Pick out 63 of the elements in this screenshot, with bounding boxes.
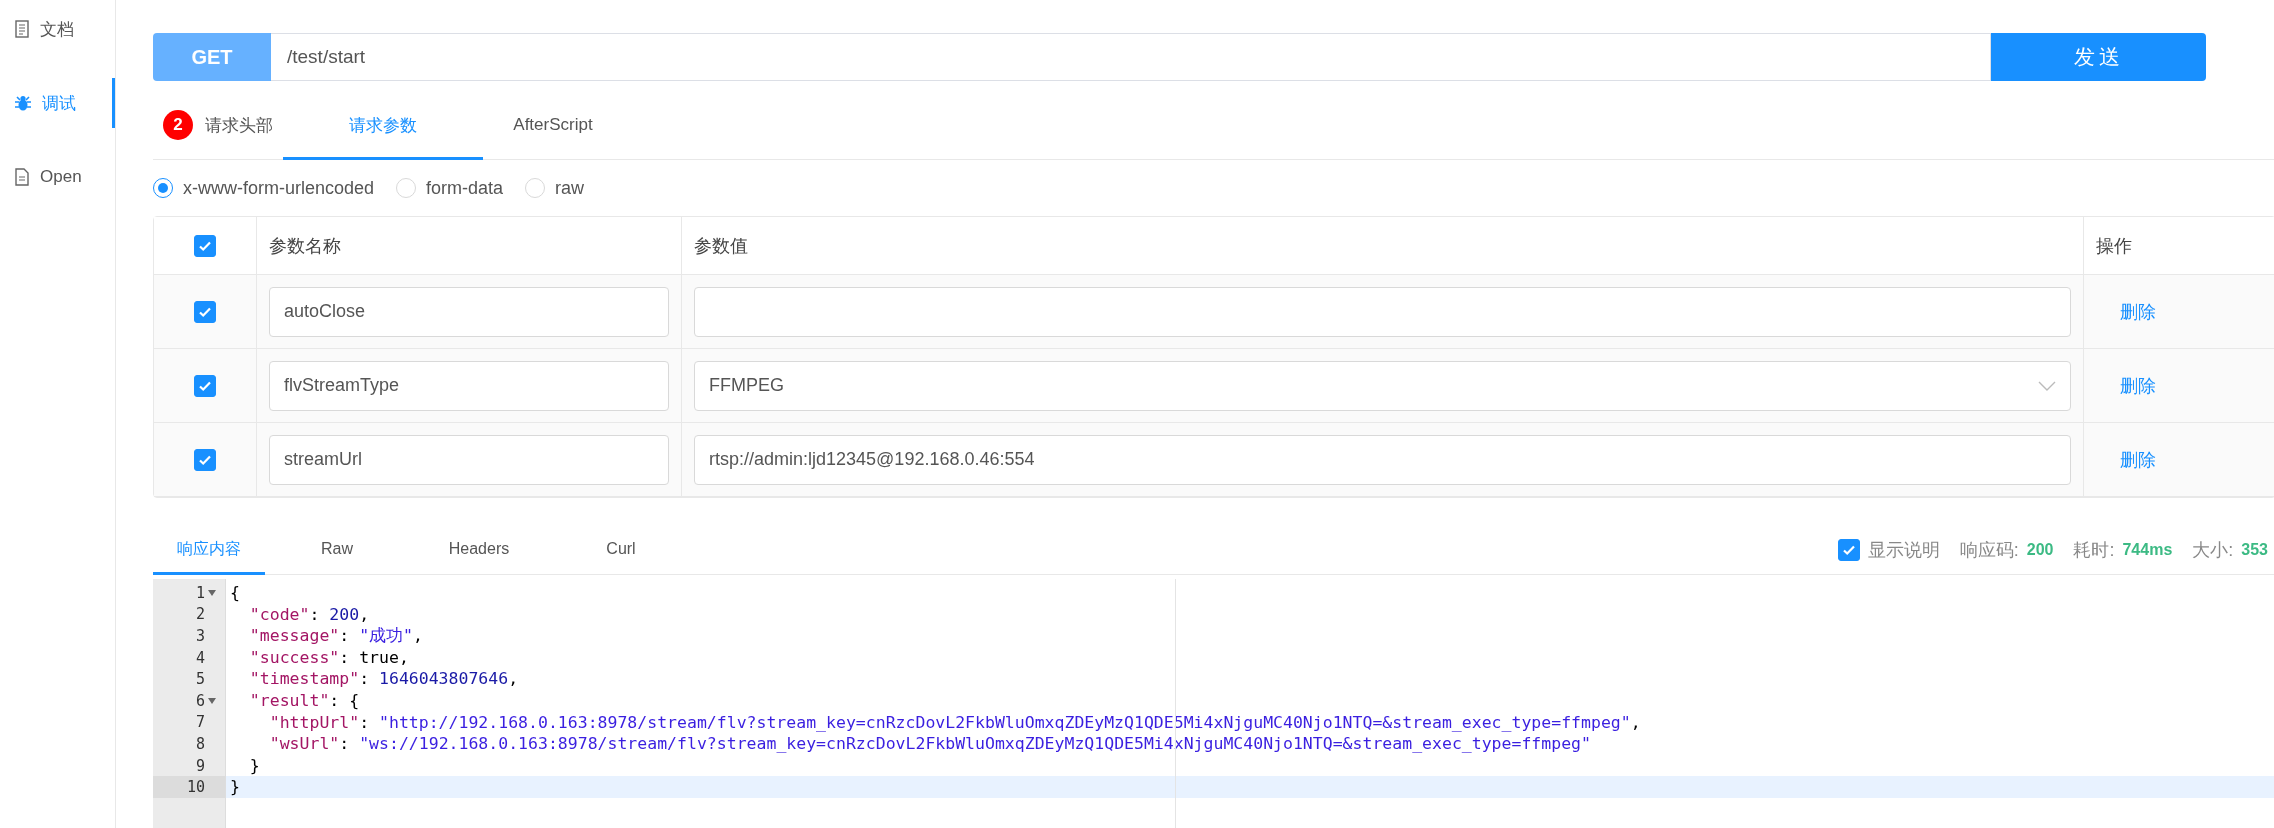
code-line: }	[248, 754, 261, 777]
param-value-field[interactable]	[694, 286, 2071, 337]
fold-icon[interactable]	[208, 697, 216, 704]
stat-value: 200	[2026, 541, 2054, 559]
checkbox[interactable]	[194, 448, 216, 471]
line-number: 3	[195, 627, 205, 645]
stat-label: 响应码:	[1959, 539, 2019, 562]
tab-label: 请求头部	[205, 114, 273, 137]
sidebar-item[interactable]: Open	[0, 152, 115, 202]
checkbox-label: 显示说明	[1867, 539, 1940, 562]
code-line: {	[229, 582, 241, 604]
column-header: 参数名称	[269, 234, 341, 258]
response-tab[interactable]: Curl	[551, 526, 691, 575]
sidebar-label: 文档	[40, 18, 74, 41]
url-field[interactable]: /test/start	[271, 33, 1991, 81]
column-header: 参数值	[694, 234, 748, 258]
line-number: 10	[186, 778, 205, 797]
fold-icon[interactable]	[208, 589, 216, 596]
tab[interactable]: 2 请求头部	[153, 93, 283, 160]
response-tab[interactable]: Raw	[267, 526, 407, 575]
checkbox[interactable]	[194, 300, 216, 323]
document-icon	[14, 20, 30, 38]
stat-label: 大小:	[2192, 539, 2234, 562]
checkbox[interactable]	[194, 234, 216, 257]
line-number: 4	[195, 648, 205, 667]
line-number: 6	[195, 691, 205, 710]
line-number: 7	[195, 713, 205, 732]
param-value-field[interactable]: rtsp://admin:ljd12345@192.168.0.46:554	[694, 434, 2071, 485]
code-line: "result": {	[248, 689, 361, 712]
code-line: "success": true,	[248, 646, 410, 669]
check-icon	[1841, 543, 1856, 557]
line-number: 2	[195, 605, 205, 624]
code-line: "code": 200,	[248, 603, 371, 626]
radio-label: x-www-form-urlencoded	[183, 177, 375, 199]
line-number: 8	[195, 734, 205, 753]
code-line: "timestamp": 1646043807646,	[248, 668, 520, 690]
file-icon	[14, 168, 30, 186]
sidebar-label: 调试	[42, 92, 76, 115]
column-header: 操作	[2096, 234, 2132, 258]
param-name-field[interactable]: streamUrl	[269, 434, 669, 485]
bug-icon	[14, 94, 32, 112]
radio-label: form-data	[426, 177, 504, 199]
tab[interactable]: AfterScript	[483, 93, 623, 160]
line-number: 5	[195, 670, 205, 689]
param-name-field[interactable]: flvStreamType	[269, 360, 669, 411]
stat-label: 耗时:	[2073, 539, 2115, 562]
param-value-select[interactable]: FFMPEG	[694, 360, 2071, 411]
checkbox[interactable]	[1837, 539, 1860, 561]
code-line: "wsUrl": "ws://192.168.0.163:8978/stream/flv?stream_key=cnRzcDovL2FkbWluOmxqZDEyMzQ1QDE5Mi4xNjguMC40Njo1NTQ=&stream_exec_type=ffmpeg"	[268, 733, 1592, 755]
stat-value: 353	[2241, 541, 2268, 559]
line-number: 1	[195, 583, 205, 602]
param-name-field[interactable]: autoClose	[269, 286, 669, 337]
sidebar-item[interactable]: 文档	[0, 4, 115, 54]
stat-value: 744ms	[2122, 541, 2173, 559]
count-badge: 2	[163, 110, 193, 140]
sidebar-label: Open	[40, 167, 82, 187]
radio-label: raw	[555, 177, 585, 199]
code-line: "message": "成功",	[248, 625, 424, 647]
response-tab[interactable]: Headers	[409, 526, 549, 575]
chevron-down-icon	[2038, 380, 2056, 391]
checkbox[interactable]	[194, 374, 216, 397]
code-line: "httpUrl": "http://192.168.0.163:8978/stream/flv?stream_key=cnRzcDovL2FkbWluOmxqZDEyMzQ1QDE5Mi4xNjguMC40Njo1NTQ=&stream_exec_type=ffmpeg",	[268, 711, 1642, 734]
line-number: 9	[195, 756, 205, 775]
